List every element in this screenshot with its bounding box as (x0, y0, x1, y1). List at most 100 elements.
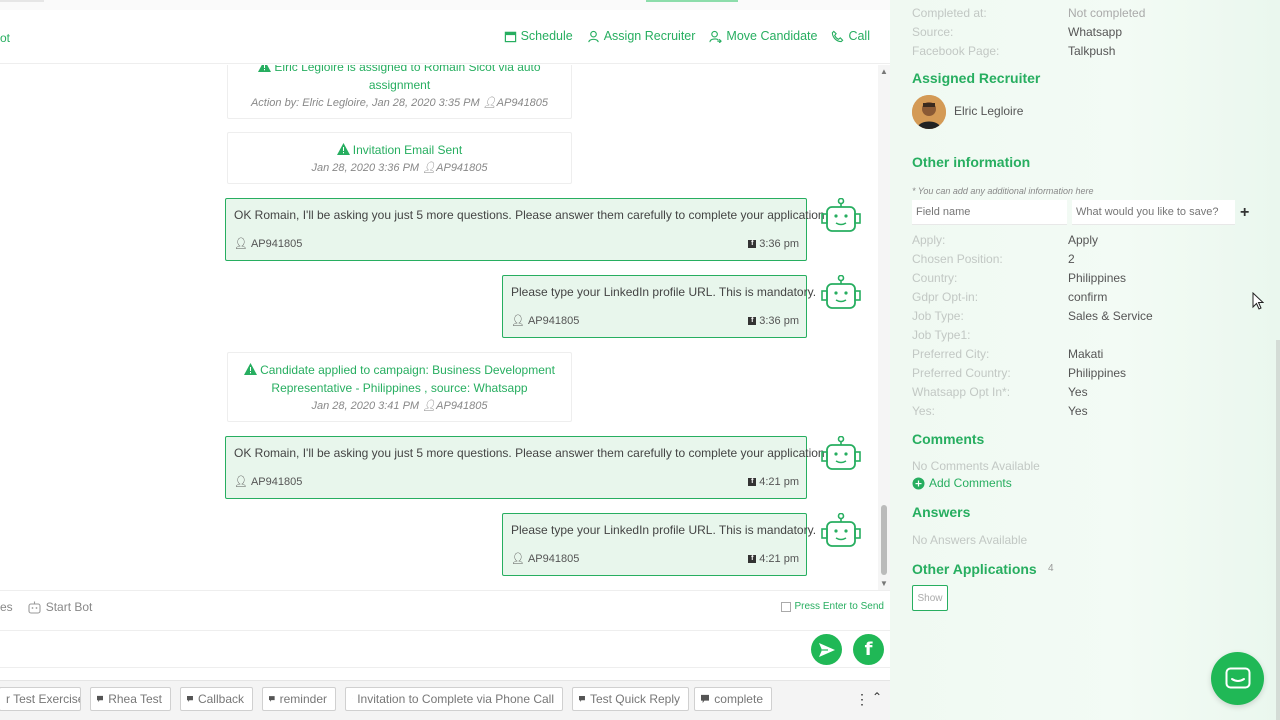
quick-reply-label: Callback (197, 692, 244, 706)
assign-recruiter-button[interactable]: Assign Recruiter (587, 29, 696, 43)
add-comments-button[interactable]: Add Comments (912, 476, 1012, 490)
message-input-row: f (0, 630, 890, 668)
scroll-up-icon[interactable]: ▲ (880, 67, 888, 76)
move-candidate-label: Move Candidate (726, 29, 818, 43)
add-field-button[interactable]: + (1240, 204, 1249, 222)
event-meta: Action by: Elric Legloire, Jan 28, 2020 … (250, 97, 480, 109)
facebook-icon: f (864, 639, 873, 660)
assigned-recruiter-title: Assigned Recruiter (912, 70, 1041, 86)
show-applications-button[interactable]: Show (912, 585, 948, 611)
press-enter-checkbox[interactable] (780, 601, 791, 612)
event-meta: Jan 28, 2020 3:41 PM (311, 400, 420, 412)
agent-icon: 👤︎ (234, 476, 248, 488)
robot-icon (28, 601, 41, 614)
templates-button[interactable]: es (0, 600, 13, 614)
assign-recruiter-label: Assign Recruiter (603, 29, 696, 43)
press-enter-toggle[interactable]: Press Enter to Send (780, 601, 885, 612)
call-button[interactable]: Call (831, 29, 870, 43)
field-value: Makati (1068, 347, 1104, 361)
tab-indicator[interactable] (0, 0, 44, 2)
bot-avatar-icon (821, 513, 861, 547)
field-value-input[interactable] (1072, 200, 1235, 225)
facebook-channel-button[interactable]: f (853, 634, 884, 665)
quick-reply-label: Invitation to Complete via Phone Call (357, 692, 554, 706)
chat-icon (1225, 667, 1250, 688)
calendar-icon (504, 31, 516, 42)
bot-message-bubble: Please type your LinkedIn profile URL. T… (502, 275, 816, 338)
more-options-icon[interactable]: ⋮ (855, 691, 869, 708)
chevron-up-icon[interactable]: ⌃ (872, 690, 882, 704)
field-label: Whatsapp Opt In*: (912, 385, 1011, 399)
message-input[interactable] (0, 633, 800, 667)
info-scrollbar[interactable] (1276, 340, 1280, 720)
header-actions: Schedule Assign Recruiter Move Candidate… (504, 29, 870, 43)
message-icon (269, 696, 275, 702)
field-value: 2 (1068, 252, 1075, 266)
chat-launcher-button[interactable] (1211, 652, 1264, 705)
field-value: Philippines (1068, 271, 1127, 285)
quick-reply-chip[interactable]: r Test Exercise (0, 687, 81, 711)
message-time: 3:36 pm (759, 237, 799, 250)
field-label: Job Type: (912, 309, 964, 323)
field-value: Yes (1068, 385, 1088, 399)
field-value: Talkpush (1068, 44, 1116, 58)
press-enter-label: Press Enter to Send (794, 601, 885, 612)
top-tab-strip (0, 0, 890, 10)
event-card: Candidate applied to campaign: Business … (227, 352, 572, 422)
start-bot-label: Start Bot (45, 600, 93, 614)
chat-header: ot Schedule Assign Recruiter Move Candid… (0, 10, 890, 64)
field-name-input[interactable] (912, 200, 1067, 225)
message-text: Please type your LinkedIn profile URL. T… (511, 523, 817, 537)
scroll-down-icon[interactable]: ▼ (880, 579, 888, 588)
warning-icon (258, 65, 272, 72)
message-text: OK Romain, I'll be asking you just 5 mor… (234, 446, 825, 460)
event-agent: AP941805 (436, 162, 488, 174)
message-text: OK Romain, I'll be asking you just 5 mor… (234, 208, 825, 222)
move-candidate-button[interactable]: Move Candidate (709, 29, 817, 43)
field-label: Preferred Country: (912, 366, 1011, 380)
quick-reply-chip[interactable]: Rhea Test (90, 687, 171, 711)
tab-indicator-active[interactable] (646, 0, 738, 2)
show-label: Show (917, 592, 943, 604)
agent-icon: 👤︎ (482, 97, 497, 109)
message-agent: AP941805 (250, 237, 303, 250)
field-value: confirm (1068, 290, 1108, 304)
move-icon (709, 30, 723, 43)
start-bot-button[interactable]: Start Bot (27, 600, 93, 614)
field-label: Apply: (912, 233, 946, 247)
quick-reply-label: Test Quick Reply (589, 692, 680, 706)
plus-circle-icon (912, 477, 925, 489)
warning-icon (244, 363, 258, 375)
event-title: Elric Legloire is assigned to Romain Sic… (274, 65, 541, 92)
schedule-label: Schedule (520, 29, 573, 43)
message-thread[interactable]: Elric Legloire is assigned to Romain Sic… (0, 65, 878, 590)
message-time: 4:21 pm (759, 475, 799, 488)
quick-reply-label: reminder (279, 692, 327, 706)
field-value: Not completed (1068, 6, 1146, 20)
quick-reply-chip[interactable]: complete (694, 687, 772, 711)
event-meta: Jan 28, 2020 3:36 PM (311, 162, 420, 174)
quick-reply-chip[interactable]: Invitation to Complete via Phone Call (345, 687, 563, 711)
quick-reply-chip[interactable]: Callback (180, 687, 253, 711)
field-label: Chosen Position: (912, 252, 1003, 266)
event-title: Invitation Email Sent (352, 143, 463, 157)
quick-reply-label: Rhea Test (108, 692, 162, 706)
other-applications-count: 4 (1048, 563, 1054, 574)
candidate-info-pane: Completed at: Not completed Source: What… (890, 0, 1280, 720)
send-button[interactable] (811, 634, 842, 665)
quick-reply-chip[interactable]: reminder (262, 687, 336, 711)
quick-reply-chip[interactable]: Test Quick Reply (572, 687, 689, 711)
scrollbar-thumb[interactable] (881, 505, 887, 575)
message-icon (97, 695, 104, 703)
thread-scrollbar[interactable]: ▲ ▼ (878, 65, 890, 590)
schedule-button[interactable]: Schedule (504, 29, 573, 43)
quick-replies-bar: r Test Exercise Rhea Test Callback remin… (0, 680, 890, 720)
field-value: Sales & Service (1068, 309, 1153, 323)
other-applications-title: Other Applications (912, 561, 1037, 577)
no-comments-text: No Comments Available (912, 459, 1040, 473)
event-agent: AP941805 (496, 97, 549, 109)
warning-icon (336, 143, 350, 155)
bot-avatar-icon (821, 275, 861, 309)
field-label: Job Type1: (912, 328, 971, 342)
no-answers-text: No Answers Available (912, 533, 1028, 547)
